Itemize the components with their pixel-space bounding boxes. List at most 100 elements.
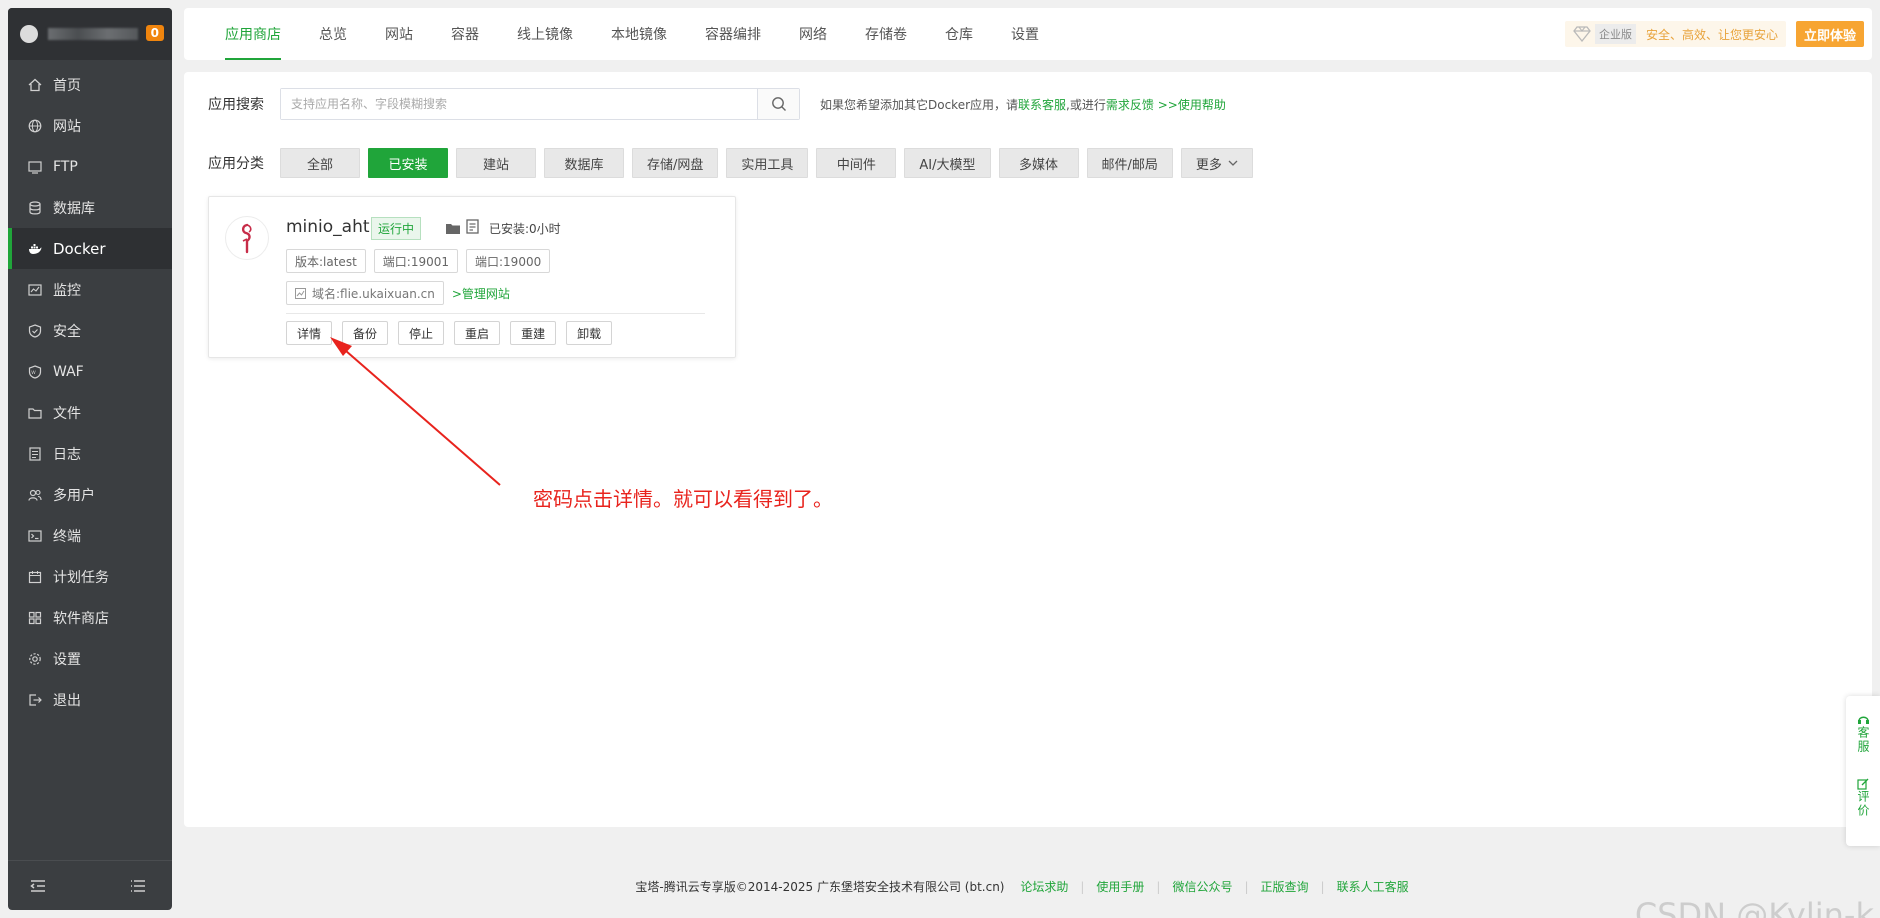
tab-1[interactable]: 总览 xyxy=(300,8,366,60)
app-card: minio_ahth 运行中 已安装:0小时 版本:latest 端口:1900… xyxy=(208,196,736,358)
tab-4[interactable]: 线上镜像 xyxy=(498,8,592,60)
docker-icon xyxy=(28,242,42,256)
app-name: minio_ahth xyxy=(286,217,381,237)
details-button[interactable]: 详情 xyxy=(286,321,333,345)
sidebar-item-label: 监控 xyxy=(53,282,81,299)
help-link[interactable]: >>使用帮助 xyxy=(1158,98,1226,112)
category-list: 全部 已安装 建站 数据库 存储/网盘 实用工具 中间件 AI/大模型 多媒体 邮件/邮局 xyxy=(280,148,1181,178)
backup-button[interactable]: 备份 xyxy=(342,321,389,345)
domain-row: 域名:flie.ukaixuan.cn >管理网站 xyxy=(286,281,510,305)
tab-5[interactable]: 本地镜像 xyxy=(592,8,686,60)
sidebar-item-0[interactable]: 首页 xyxy=(8,64,172,105)
minio-logo-icon xyxy=(225,216,269,260)
sidebar-item-3[interactable]: 数据库 xyxy=(8,187,172,228)
tab-9[interactable]: 仓库 xyxy=(926,8,992,60)
sidebar-item-13[interactable]: 软件商店 xyxy=(8,597,172,638)
tab-3[interactable]: 容器 xyxy=(432,8,498,60)
hint-mid: ,或进行 xyxy=(1066,97,1106,112)
more-label: 更多 xyxy=(1195,157,1222,173)
sidebar-item-8[interactable]: 文件 xyxy=(8,392,172,433)
category-button-4[interactable]: 存储/网盘 xyxy=(632,148,719,178)
rebuild-button[interactable]: 重建 xyxy=(510,321,557,345)
version-tag: 版本:latest xyxy=(286,249,366,273)
domain-icon xyxy=(295,287,306,299)
search-box xyxy=(280,88,800,120)
category-button-1[interactable]: 已安装 xyxy=(368,148,448,178)
category-row: 应用分类 全部 已安装 建站 数据库 存储/网盘 实用工具 中间件 AI/大模型 多媒体 邮件/邮… xyxy=(208,148,1261,178)
feedback-link[interactable]: 需求反馈 xyxy=(1106,98,1154,112)
sidebar-item-label: 计划任务 xyxy=(53,569,109,586)
log-icon[interactable] xyxy=(466,219,480,238)
review-label: 评价 xyxy=(1856,790,1870,818)
sidebar-item-label: 日志 xyxy=(53,446,81,463)
sidebar-item-label: 安全 xyxy=(53,323,81,340)
footer-link-3[interactable]: 正版查询 xyxy=(1261,880,1309,894)
sidebar-item-10[interactable]: 多用户 xyxy=(8,474,172,515)
tab-7[interactable]: 网络 xyxy=(780,8,846,60)
tab-8[interactable]: 存储卷 xyxy=(846,8,926,60)
database-icon xyxy=(28,200,42,215)
search-button[interactable] xyxy=(757,89,799,119)
sidebar-item-label: 多用户 xyxy=(53,487,95,504)
sidebar-item-5[interactable]: 监控 xyxy=(8,269,172,310)
restart-button[interactable]: 重启 xyxy=(454,321,501,345)
sidebar-item-1[interactable]: 网站 xyxy=(8,105,172,146)
category-button-6[interactable]: 中间件 xyxy=(816,148,897,178)
footer-link-4[interactable]: 联系人工客服 xyxy=(1337,880,1409,894)
sidebar-item-label: 文件 xyxy=(53,405,81,422)
floating-service-panel: 客服 评价 xyxy=(1846,696,1880,846)
list-menu-icon[interactable] xyxy=(130,879,146,893)
gear-icon xyxy=(28,652,42,666)
tab-0[interactable]: 应用商店 xyxy=(206,8,300,60)
category-button-9[interactable]: 邮件/邮局 xyxy=(1086,148,1173,178)
tab-2[interactable]: 网站 xyxy=(366,8,432,60)
stop-button[interactable]: 停止 xyxy=(398,321,445,345)
sidebar-item-15[interactable]: 退出 xyxy=(8,679,172,720)
contact-service-link[interactable]: 联系客服 xyxy=(1018,98,1066,112)
tab-6[interactable]: 容器编排 xyxy=(686,8,780,60)
log-icon xyxy=(28,446,42,461)
footer-link-2[interactable]: 微信公众号 xyxy=(1172,880,1232,894)
sidebar-item-4[interactable]: Docker xyxy=(8,228,172,269)
footer-link-0[interactable]: 论坛求助 xyxy=(1020,880,1068,894)
category-button-8[interactable]: 多媒体 xyxy=(998,148,1079,178)
footer-link-1[interactable]: 使用手册 xyxy=(1096,880,1144,894)
sidebar-item-9[interactable]: 日志 xyxy=(8,433,172,474)
shield-icon xyxy=(28,323,42,338)
sidebar-item-label: 首页 xyxy=(53,77,81,94)
category-button-5[interactable]: 实用工具 xyxy=(726,148,809,178)
sidebar-header: 0 xyxy=(8,8,172,60)
category-button-7[interactable]: AI/大模型 xyxy=(904,148,991,178)
sidebar-item-label: 退出 xyxy=(53,692,81,709)
svg-text:W: W xyxy=(31,370,36,376)
try-now-button[interactable]: 立即体验 xyxy=(1795,21,1864,47)
tab-10[interactable]: 设置 xyxy=(992,8,1058,60)
category-button-3[interactable]: 数据库 xyxy=(544,148,624,178)
sidebar-item-12[interactable]: 计划任务 xyxy=(8,556,172,597)
port-tag-2: 端口:19000 xyxy=(466,249,551,273)
collapse-sidebar-icon[interactable] xyxy=(30,879,46,893)
review-button[interactable]: 评价 xyxy=(1856,778,1870,818)
manage-site-link[interactable]: >管理网站 xyxy=(452,285,510,302)
sidebar-item-7[interactable]: W WAF xyxy=(8,351,172,392)
app-store-panel: 应用搜索 如果您希望添加其它Docker应用，请联系客服,或进行需求反馈 >>使… xyxy=(184,72,1872,827)
sidebar-item-2[interactable]: FTP xyxy=(8,146,172,187)
search-hint: 如果您希望添加其它Docker应用，请联系客服,或进行需求反馈 >>使用帮助 xyxy=(820,96,1226,113)
sidebar-item-6[interactable]: 安全 xyxy=(8,310,172,351)
apps-icon xyxy=(28,611,42,625)
annotation-text: 密码点击详情。就可以看得到了。 xyxy=(533,487,833,511)
more-categories-button[interactable]: 更多 xyxy=(1180,148,1253,178)
search-input[interactable] xyxy=(281,89,757,119)
notification-badge[interactable]: 0 xyxy=(145,25,164,41)
uninstall-button[interactable]: 卸载 xyxy=(566,321,613,345)
edit-icon xyxy=(1857,778,1869,790)
docker-tabs: 应用商店 总览 网站 容器 线上镜像 本地镜像 容器编排 网络 存储卷 仓库 设置 xyxy=(184,8,1058,60)
installed-duration: 已安装:0小时 xyxy=(489,222,561,236)
app-actions: 详情 备份 停止 重启 重建 卸载 xyxy=(286,321,622,345)
customer-service-button[interactable]: 客服 xyxy=(1856,714,1870,754)
category-button-0[interactable]: 全部 xyxy=(280,148,360,178)
folder-icon[interactable] xyxy=(445,220,461,239)
category-button-2[interactable]: 建站 xyxy=(456,148,536,178)
sidebar-item-14[interactable]: 设置 xyxy=(8,638,172,679)
sidebar-item-11[interactable]: 终端 xyxy=(8,515,172,556)
